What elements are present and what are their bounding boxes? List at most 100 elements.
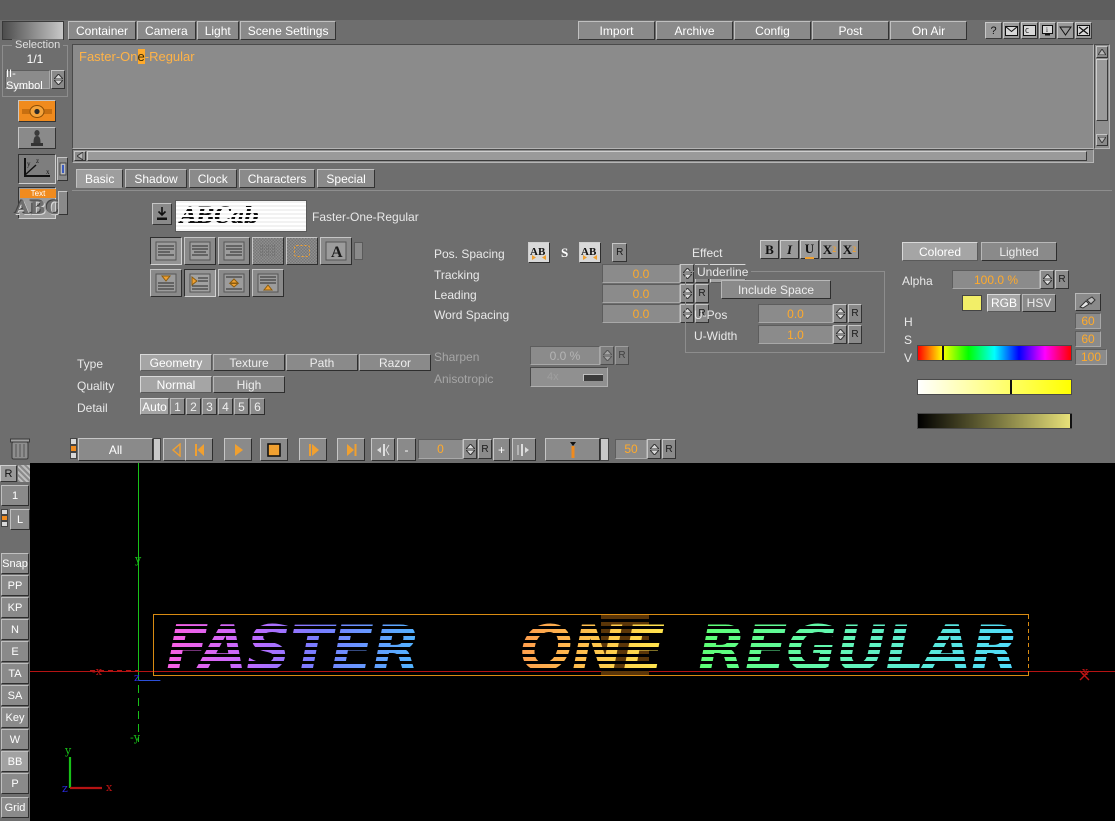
align-right-button[interactable] (218, 237, 250, 265)
container-tool-button[interactable] (18, 100, 56, 122)
speed-stepper[interactable] (647, 439, 661, 459)
vertical-align-center-button[interactable] (218, 269, 250, 297)
menu-on-air[interactable]: On Air (890, 21, 967, 40)
text-input[interactable]: Faster-One-Regular (72, 44, 1094, 149)
anisotropic-dropdown[interactable]: 4x (530, 367, 608, 387)
saturation-slider[interactable] (917, 379, 1072, 395)
uwidth-reset-button[interactable]: R (848, 325, 862, 344)
help-icon[interactable]: ? (985, 22, 1002, 39)
upos-reset-button[interactable]: R (848, 304, 862, 323)
scroll-thumb[interactable] (1096, 59, 1108, 121)
play-to-end-button[interactable] (299, 438, 327, 461)
detail-4-button[interactable]: 4 (218, 398, 233, 415)
vertical-align-bottom-button[interactable] (252, 269, 284, 297)
tab-shadow[interactable]: Shadow (125, 169, 187, 188)
frame-reset-button[interactable]: R (478, 439, 492, 459)
font-preview[interactable]: ABCab (175, 200, 307, 232)
tab-scene-settings[interactable]: Scene Settings (239, 21, 337, 40)
ab-spacing-right-icon[interactable]: AB (528, 242, 550, 263)
saturation-slider-knob[interactable] (1010, 380, 1012, 394)
tab-special[interactable]: Special (317, 169, 375, 188)
sidebar-r[interactable]: R (0, 465, 17, 482)
sidebar-p[interactable]: P (1, 773, 29, 794)
colored-button[interactable]: Colored (902, 242, 978, 261)
tab-basic[interactable]: Basic (76, 169, 124, 188)
load-font-button[interactable] (152, 203, 172, 225)
word-spacing-value[interactable]: 0.0 (602, 304, 680, 323)
subscript-button[interactable]: X2 (820, 240, 839, 259)
go-start-button[interactable] (185, 438, 213, 461)
alpha-stepper[interactable] (1040, 270, 1054, 289)
upos-stepper[interactable] (833, 304, 847, 323)
s-spacing-icon[interactable]: S (561, 245, 568, 261)
align-justify-button[interactable] (252, 237, 284, 265)
sidebar-hatch-icon[interactable] (18, 465, 30, 482)
sidebar-1[interactable]: 1 (1, 485, 29, 506)
align-left-button[interactable] (150, 237, 182, 265)
tracking-value[interactable]: 0.0 (602, 264, 680, 283)
vertical-align-baseline-button[interactable] (184, 269, 216, 297)
frame-value[interactable]: 0 (418, 439, 463, 459)
console-icon[interactable]: C (1021, 22, 1038, 39)
vertical-align-top-button[interactable] (150, 269, 182, 297)
all-button[interactable]: All (78, 438, 153, 461)
tab-camera[interactable]: Camera (137, 21, 196, 40)
pos-spacing-reset-button[interactable]: R (612, 243, 628, 262)
quality-normal-button[interactable]: Normal (140, 376, 212, 393)
italic-button[interactable]: I (780, 240, 799, 259)
detail-1-button[interactable]: 1 (170, 398, 185, 415)
detail-6-button[interactable]: 6 (250, 398, 265, 415)
transform-extra-button[interactable] (57, 157, 68, 181)
include-space-button[interactable]: Include Space (721, 280, 831, 299)
text-extra-button[interactable] (58, 191, 68, 215)
uwidth-value[interactable]: 1.0 (758, 325, 833, 344)
text-vertical-scrollbar[interactable] (1094, 44, 1110, 149)
h-channel-value[interactable]: 60 (1075, 313, 1101, 329)
menu-post[interactable]: Post (812, 21, 889, 40)
sidebar-l-grip[interactable] (1, 509, 8, 530)
type-geometry-button[interactable]: Geometry (140, 354, 212, 371)
alpha-value[interactable]: 100.0 % (952, 270, 1040, 289)
close-icon[interactable] (1075, 22, 1092, 39)
menu-config[interactable]: Config (734, 21, 811, 40)
align-center-button[interactable] (184, 237, 216, 265)
upos-value[interactable]: 0.0 (758, 304, 833, 323)
sharpen-reset-button[interactable]: R (615, 346, 629, 365)
sidebar-l[interactable]: L (10, 509, 30, 530)
sharpen-value[interactable]: 0.0 % (530, 346, 600, 365)
type-razor-button[interactable]: Razor (359, 354, 431, 371)
speed-value[interactable]: 50 (615, 439, 647, 459)
trash-icon[interactable] (10, 438, 30, 463)
all-slider-handle[interactable] (153, 438, 161, 461)
speed-reset-button[interactable]: R (662, 439, 676, 459)
sharpen-stepper[interactable] (600, 346, 614, 365)
sidebar-n[interactable]: N (1, 619, 29, 640)
text-horizontal-scrollbar[interactable] (72, 149, 1094, 163)
chevron-down-icon[interactable] (1057, 22, 1074, 39)
menu-archive[interactable]: Archive (656, 21, 733, 40)
color-swatch[interactable] (962, 295, 982, 311)
font-style-button[interactable]: A (320, 237, 352, 265)
sidebar-bb[interactable]: BB (1, 751, 29, 772)
info-icon[interactable]: i (1039, 22, 1056, 39)
sidebar-w[interactable]: W (1, 729, 29, 750)
selection-symbol[interactable]: II-Symbol (5, 68, 50, 92)
s-channel-value[interactable]: 60 (1075, 331, 1101, 347)
tab-container[interactable]: Container (68, 21, 137, 40)
tab-light[interactable]: Light (196, 21, 239, 40)
text-tool-button[interactable]: Text ABC (15, 187, 61, 219)
scroll-down-button[interactable] (1096, 134, 1108, 146)
3d-viewport[interactable]: y -y -x x z FASTER ONE REGULAR y x z (30, 463, 1115, 821)
mark-in-icon[interactable] (371, 438, 395, 461)
sidebar-snap[interactable]: Snap (1, 553, 29, 574)
quality-high-button[interactable]: High (213, 376, 285, 393)
uwidth-stepper[interactable] (833, 325, 847, 344)
tab-characters[interactable]: Characters (238, 169, 316, 188)
plus-button[interactable]: + (493, 438, 510, 461)
sidebar-sa[interactable]: SA (1, 685, 29, 706)
scroll-up-button[interactable] (1096, 46, 1108, 58)
frame-stepper[interactable] (463, 439, 477, 459)
sidebar-kp[interactable]: KP (1, 597, 29, 618)
position-slider-handle[interactable] (600, 438, 609, 461)
leading-value[interactable]: 0.0 (602, 284, 680, 303)
